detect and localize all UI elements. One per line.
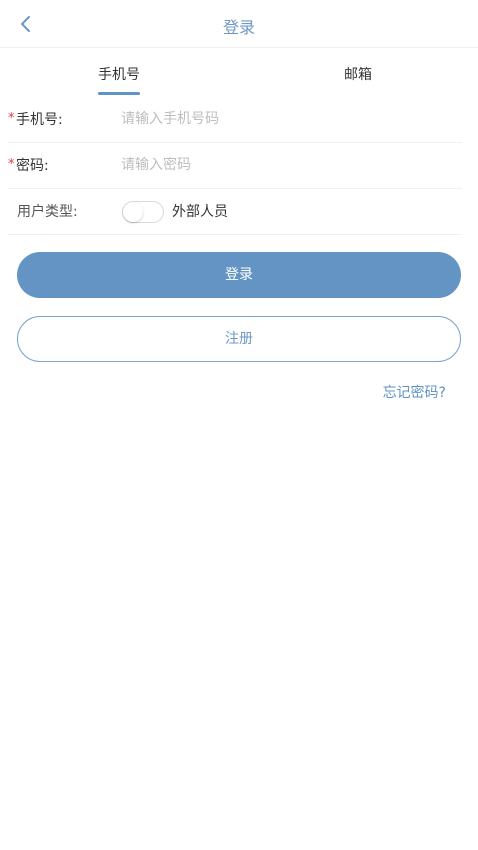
active-tab-indicator (98, 92, 140, 95)
required-mark: * (8, 157, 15, 172)
phone-label: 手机号: (16, 112, 63, 128)
tab-email[interactable]: 邮箱 (318, 64, 398, 84)
login-method-tabs: 手机号 邮箱 (0, 48, 478, 98)
password-input[interactable] (121, 153, 441, 177)
phone-row: * 手机号: (8, 97, 462, 143)
toggle-knob (123, 202, 143, 222)
required-mark: * (8, 111, 15, 126)
phone-input[interactable] (121, 107, 441, 131)
forgot-password-link[interactable]: 忘记密码? (383, 382, 446, 402)
user-type-label: 用户类型: (17, 204, 78, 220)
password-label: 密码: (16, 158, 49, 174)
login-button[interactable]: 登录 (17, 252, 461, 298)
user-type-option-label: 外部人员 (172, 204, 228, 220)
register-button[interactable]: 注册 (17, 316, 461, 362)
tab-phone[interactable]: 手机号 (79, 64, 159, 84)
user-type-row: 用户类型: 外部人员 (8, 189, 462, 235)
page-title: 登录 (222, 18, 255, 37)
header: 登录 (0, 0, 478, 48)
password-row: * 密码: (8, 143, 462, 189)
user-type-toggle[interactable] (122, 201, 164, 223)
